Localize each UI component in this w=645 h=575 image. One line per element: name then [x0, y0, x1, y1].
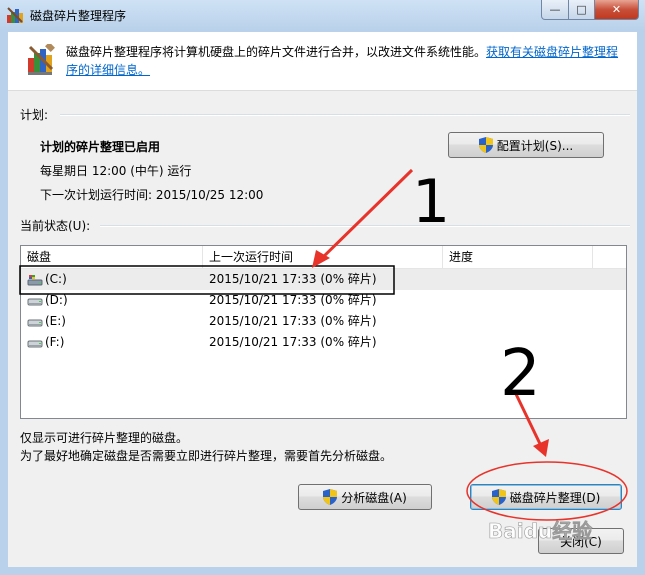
schedule-section-label: 计划: [20, 108, 49, 122]
header-band: 磁盘碎片整理程序将计算机硬盘上的碎片文件进行合并，以改进文件系统性能。获取有关磁… [8, 32, 637, 91]
defrag-icon [28, 44, 55, 75]
minimize-icon: — [549, 3, 561, 16]
minimize-button[interactable]: — [541, 0, 569, 20]
system-drive-icon [27, 275, 43, 286]
caption-buttons: — □ ✕ [541, 0, 639, 20]
uac-shield-icon [478, 137, 493, 153]
client-area: 磁盘碎片整理程序将计算机硬盘上的碎片文件进行合并，以改进文件系统性能。获取有关磁… [8, 32, 637, 567]
uac-shield-icon [323, 489, 338, 505]
window-title: 磁盘碎片整理程序 [30, 9, 127, 23]
column-header-last-run[interactable]: 上一次运行时间 [203, 246, 443, 268]
note-analyze-first: 为了最好地确定磁盘是否需要立即进行碎片整理，需要首先分析磁盘。 [20, 449, 393, 463]
close-button[interactable]: 关闭(C) [538, 528, 624, 554]
analyze-disk-label: 分析磁盘(A) [341, 490, 407, 505]
drive-icon [27, 298, 43, 306]
disk-row[interactable]: (F:) 2015/10/21 17:33 (0% 碎片) [21, 332, 626, 353]
description: 磁盘碎片整理程序将计算机硬盘上的碎片文件进行合并，以改进文件系统性能。 [66, 45, 487, 59]
disk-row[interactable]: (C:) 2015/10/21 17:33 (0% 碎片) [21, 269, 626, 290]
description-text: 磁盘碎片整理程序将计算机硬盘上的碎片文件进行合并，以改进文件系统性能。获取有关磁… [66, 43, 626, 79]
last-run-time: 2015/10/21 17:33 (0% 碎片) [209, 272, 377, 286]
uac-shield-icon [491, 489, 506, 505]
close-label: 关闭(C) [560, 534, 602, 549]
drive-icon [27, 340, 43, 348]
schedule-next-run: 下一次计划运行时间: 2015/10/25 12:00 [40, 188, 264, 202]
maximize-icon: □ [576, 3, 587, 16]
configure-schedule-label: 配置计划(S)... [496, 138, 574, 153]
disk-list-header: 磁盘 上一次运行时间 进度 [21, 246, 626, 269]
defragment-disk-label: 磁盘碎片整理(D) [509, 490, 601, 505]
close-window-button[interactable]: ✕ [595, 0, 639, 20]
column-header-progress[interactable]: 进度 [443, 246, 593, 268]
schedule-frequency: 每星期日 12:00 (中午) 运行 [40, 164, 192, 178]
current-status-label: 当前状态(U): [20, 219, 91, 233]
defragment-disk-button[interactable]: 磁盘碎片整理(D) [470, 484, 622, 510]
disk-name: (E:) [45, 314, 66, 328]
schedule-separator [60, 114, 630, 116]
last-run-time: 2015/10/21 17:33 (0% 碎片) [209, 314, 377, 328]
disk-row[interactable]: (E:) 2015/10/21 17:33 (0% 碎片) [21, 311, 626, 332]
disk-name: (D:) [45, 293, 68, 307]
last-run-time: 2015/10/21 17:33 (0% 碎片) [209, 293, 377, 307]
schedule-status: 计划的碎片整理已启用 [40, 140, 161, 154]
maximize-button[interactable]: □ [569, 0, 595, 20]
defrag-app-icon [7, 7, 23, 23]
status-separator [100, 225, 630, 227]
disk-row[interactable]: (D:) 2015/10/21 17:33 (0% 碎片) [21, 290, 626, 311]
disk-list[interactable]: 磁盘 上一次运行时间 进度 (C:) 2015/10/21 17:33 (0% 碎… [20, 245, 627, 419]
disk-name: (F:) [45, 335, 65, 349]
column-header-disk[interactable]: 磁盘 [21, 246, 203, 268]
drive-icon [27, 319, 43, 327]
last-run-time: 2015/10/21 17:33 (0% 碎片) [209, 335, 377, 349]
disk-name: (C:) [45, 272, 67, 286]
note-defrag-only: 仅显示可进行碎片整理的磁盘。 [20, 431, 189, 445]
defrag-window: 磁盘碎片整理程序 — □ ✕ 磁盘碎片整理程序将计算机硬盘上的碎片文件进行合并，… [0, 0, 645, 575]
title-bar[interactable]: 磁盘碎片整理程序 — □ ✕ [0, 0, 645, 32]
analyze-disk-button[interactable]: 分析磁盘(A) [298, 484, 432, 510]
configure-schedule-button[interactable]: 配置计划(S)... [448, 132, 604, 158]
close-icon: ✕ [611, 3, 622, 16]
